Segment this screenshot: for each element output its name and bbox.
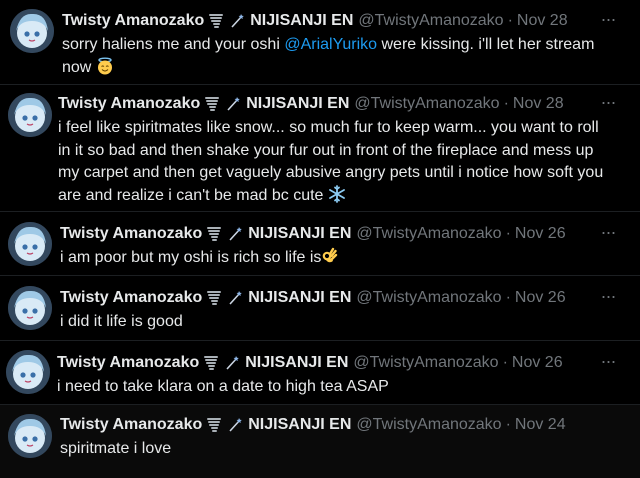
tweet-date[interactable]: Nov 28	[513, 94, 564, 114]
tweet-text: spiritmate i love	[60, 438, 580, 461]
separator-dot: ·	[507, 12, 513, 29]
author-handle[interactable]: @TwistyAmanozako	[356, 288, 501, 308]
tweet-header: Twisty Amanozako NIJISANJI EN @TwistyAma…	[60, 224, 566, 244]
tweet-header: Twisty Amanozako NIJISANJI EN @TwistyAma…	[58, 94, 564, 114]
wand-icon	[226, 225, 244, 243]
tweet-text: i am poor but my oshi is rich so life is	[60, 247, 610, 273]
author-handle[interactable]: @TwistyAmanozako	[356, 415, 501, 435]
author-handle[interactable]: @TwistyAmanozako	[354, 94, 499, 114]
tweet-3[interactable]: Twisty Amanozako NIJISANJI EN @TwistyAma…	[0, 212, 640, 275]
avatar[interactable]	[8, 286, 52, 330]
org-name: NIJISANJI EN	[245, 354, 349, 371]
mention-link[interactable]: @ArialYuriko	[284, 36, 377, 53]
avatar-image	[8, 414, 52, 458]
tornado-icon	[205, 225, 223, 243]
tornado-icon	[203, 95, 221, 113]
snowflake-icon	[328, 184, 346, 211]
tweet-4[interactable]: Twisty Amanozako NIJISANJI EN @TwistyAma…	[0, 276, 640, 340]
tweet-6[interactable]: Twisty Amanozako NIJISANJI EN @TwistyAma…	[0, 405, 640, 478]
author-name[interactable]: Twisty Amanozako	[60, 415, 202, 435]
wand-icon	[226, 289, 244, 307]
tweet-date[interactable]: Nov 28	[517, 11, 568, 31]
tweet-text-part: i need to take klara on a date to high t…	[57, 378, 389, 395]
smiling-face-with-halo-icon	[96, 57, 114, 83]
avatar[interactable]	[6, 350, 50, 394]
author-name[interactable]: Twisty Amanozako	[58, 94, 200, 114]
author-handle[interactable]: @TwistyAmanozako	[358, 11, 503, 31]
more-options-icon[interactable]: ···	[598, 287, 618, 309]
separator-dot: ·	[505, 225, 511, 242]
org-name: NIJISANJI EN	[248, 225, 352, 242]
tweet-text-part: sorry haliens me and your oshi	[62, 36, 285, 53]
tornado-icon	[205, 289, 223, 307]
more-options-icon[interactable]: ···	[598, 352, 618, 374]
tweet-5[interactable]: Twisty Amanozako NIJISANJI EN @TwistyAma…	[0, 341, 640, 404]
avatar-image	[6, 350, 50, 394]
author-name[interactable]: Twisty Amanozako	[57, 353, 199, 373]
tornado-icon	[205, 416, 223, 434]
tweet-text: i need to take klara on a date to high t…	[57, 376, 607, 399]
tornado-icon	[207, 12, 225, 30]
avatar[interactable]	[8, 93, 52, 137]
avatar-image	[10, 9, 54, 53]
tweet-date[interactable]: Nov 26	[515, 224, 566, 244]
separator-dot: ·	[505, 289, 511, 306]
tornado-icon	[202, 354, 220, 372]
tweet-1[interactable]: Twisty Amanozako NIJISANJI EN @TwistyAma…	[0, 0, 640, 84]
author-handle[interactable]: @TwistyAmanozako	[356, 224, 501, 244]
tweet-text-part: i am poor but my oshi is rich so life is	[60, 249, 322, 266]
more-options-icon[interactable]: ···	[598, 223, 618, 245]
wand-icon	[228, 12, 246, 30]
wand-icon	[224, 95, 242, 113]
separator-dot: ·	[502, 354, 508, 371]
avatar[interactable]	[10, 9, 54, 53]
org-name: NIJISANJI EN	[250, 12, 354, 29]
author-handle[interactable]: @TwistyAmanozako	[353, 353, 498, 373]
tweet-text-part: i did it life is good	[60, 313, 183, 330]
tweet-header: Twisty Amanozako NIJISANJI EN @TwistyAma…	[57, 353, 563, 373]
org-name: NIJISANJI EN	[248, 416, 352, 433]
author-name[interactable]: Twisty Amanozako	[62, 11, 204, 31]
avatar-image	[8, 93, 52, 137]
tweet-header: Twisty Amanozako NIJISANJI EN @TwistyAma…	[60, 288, 566, 308]
tweet-header: Twisty Amanozako NIJISANJI EN @TwistyAma…	[60, 415, 566, 435]
wand-icon	[223, 354, 241, 372]
more-options-icon[interactable]: ···	[598, 10, 618, 32]
tweet-date[interactable]: Nov 24	[515, 415, 566, 435]
avatar[interactable]	[8, 222, 52, 266]
tweet-2[interactable]: Twisty Amanozako NIJISANJI EN @TwistyAma…	[0, 85, 640, 211]
tweet-date[interactable]: Nov 26	[512, 353, 563, 373]
wand-icon	[226, 416, 244, 434]
separator-dot: ·	[503, 95, 509, 112]
author-name[interactable]: Twisty Amanozako	[60, 288, 202, 308]
tweet-header: Twisty Amanozako NIJISANJI EN @TwistyAma…	[62, 11, 568, 31]
tweet-text-part: spiritmate i love	[60, 440, 172, 457]
avatar[interactable]	[8, 414, 52, 458]
ok-hand-icon	[321, 247, 339, 273]
author-name[interactable]: Twisty Amanozako	[60, 224, 202, 244]
more-options-icon[interactable]: ···	[598, 93, 618, 115]
tweet-text: sorry haliens me and your oshi @ArialYur…	[62, 34, 612, 82]
avatar-image	[8, 222, 52, 266]
org-name: NIJISANJI EN	[246, 95, 350, 112]
tweet-text: i did it life is good	[60, 311, 610, 334]
tweet-date[interactable]: Nov 26	[515, 288, 566, 308]
avatar-image	[8, 286, 52, 330]
tweet-text: i feel like spiritmates like snow... so …	[58, 117, 613, 210]
org-name: NIJISANJI EN	[248, 289, 352, 306]
separator-dot: ·	[505, 416, 511, 433]
